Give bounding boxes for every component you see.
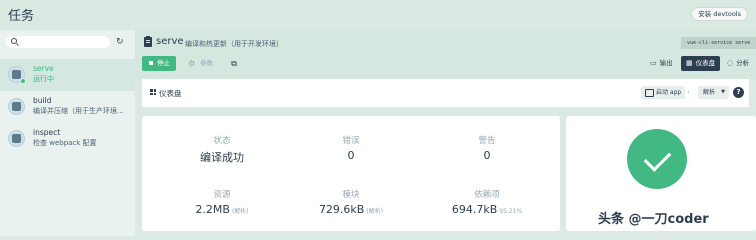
dashboard-toolbar: 仪表盘 启动 app ‹ 解析 ▼ ? [142, 79, 749, 107]
stat-value: 0 [347, 149, 355, 162]
open-external-icon: ⧉ [231, 59, 237, 68]
analyze-icon: ◌ [727, 59, 734, 67]
install-devtools-button[interactable]: 安装 devtools [691, 7, 748, 21]
tab-analyze-label: 分析 [736, 59, 750, 67]
start-app-button[interactable]: 启动 app [641, 86, 686, 99]
params-button[interactable]: ⚙ 参数 [181, 56, 219, 71]
task-title: serve [156, 36, 184, 47]
task-status: 运行中 [33, 75, 54, 83]
assets-size: 2.2MB [195, 203, 230, 216]
params-label: 参数 [200, 59, 213, 67]
help-icon[interactable]: ? [733, 87, 744, 98]
tab-dashboard[interactable]: ▦ 仪表盘 [681, 56, 721, 71]
page-title: 任务 [8, 9, 35, 24]
chevron-down-icon: ▼ [721, 89, 726, 95]
task-sidebar: ↻ serve 运行中 build 编译并压缩（用于生产环境... inspec… [0, 30, 135, 236]
stat-value: 2.2MB (解析) [162, 203, 282, 216]
search-input[interactable] [6, 36, 110, 48]
running-indicator-icon [20, 78, 26, 84]
deps-size: 694.7kB [451, 203, 498, 216]
stat-value: 0 [483, 149, 491, 162]
stat-modules: 模块 729.6kB (解析) [291, 188, 411, 216]
task-description: 编译和热更新（用于开发环境） [185, 40, 283, 48]
task-header: serve 编译和热更新（用于开发环境） vue-cli-service ser… [135, 30, 756, 80]
deps-percent: 95.21% [499, 208, 523, 215]
top-bar: 任务 安装 devtools [0, 0, 756, 30]
watermark: 头条 @一刀coder [598, 212, 709, 227]
stop-label: 停止 [157, 59, 170, 67]
task-item-inspect[interactable]: inspect 检查 webpack 配置 [0, 123, 135, 155]
clipboard-icon [144, 36, 152, 47]
chevron-left-icon: ‹ [687, 88, 690, 96]
task-icon [8, 98, 25, 115]
task-name: serve [33, 64, 54, 73]
modules-size: 729.6kB [318, 203, 365, 216]
refresh-icon[interactable]: ↻ [116, 37, 124, 47]
stat-label: 依赖项 [474, 190, 500, 200]
tab-analyze[interactable]: ◌ 分析 [722, 56, 754, 71]
analyze-mode-select[interactable]: 解析 ▼ [698, 86, 730, 99]
task-name: build [33, 96, 52, 105]
task-item-build[interactable]: build 编译并压缩（用于生产环境... [0, 91, 135, 123]
task-icon [8, 66, 26, 84]
task-item-serve[interactable]: serve 运行中 [0, 59, 135, 91]
stat-label: 模块 [342, 190, 360, 200]
stat-warnings: 警告 0 [427, 134, 547, 162]
task-name: inspect [33, 128, 61, 137]
stop-icon [149, 61, 153, 65]
tab-output-label: 输出 [659, 59, 673, 67]
stat-value: 729.6kB (解析) [291, 203, 411, 216]
dashboard-icon [150, 89, 156, 95]
task-icon [8, 130, 25, 147]
stat-label: 警告 [478, 136, 496, 146]
task-command: vue-cli-service serve [681, 37, 756, 49]
gear-icon: ⚙ [188, 59, 196, 68]
tab-output[interactable]: ▭ 输出 [645, 56, 678, 71]
stat-label: 资源 [213, 190, 231, 200]
tab-dashboard-label: 仪表盘 [695, 59, 716, 67]
success-check-icon [627, 129, 687, 189]
analyze-mode-value: 解析 [703, 89, 716, 96]
build-stats-card: 状态 编译成功 错误 0 警告 0 资源 2.2MB (解析) 模块 729.6k… [142, 116, 560, 231]
stat-status: 状态 编译成功 [162, 134, 282, 165]
open-external-button[interactable]: ⧉ [227, 56, 241, 71]
modules-note: (解析) [366, 208, 384, 215]
stat-assets: 资源 2.2MB (解析) [162, 188, 282, 216]
dashboard-icon: ▦ [686, 59, 693, 67]
stat-dependencies: 依赖项 694.7kB 95.21% [427, 188, 547, 216]
search-icon [11, 38, 17, 44]
dashboard-title: 仪表盘 [159, 89, 182, 98]
stat-value: 编译成功 [200, 151, 244, 164]
stat-errors: 错误 0 [291, 134, 411, 162]
task-detail: serve 编译和热更新（用于开发环境） vue-cli-service ser… [135, 30, 756, 236]
monitor-icon: ▭ [650, 59, 657, 67]
stop-button[interactable]: 停止 [142, 56, 176, 71]
stat-label: 错误 [342, 136, 360, 146]
assets-note: (解析) [231, 208, 249, 215]
stat-label: 状态 [213, 136, 231, 146]
stat-value: 694.7kB 95.21% [427, 203, 547, 216]
task-desc: 编译并压缩（用于生产环境... [33, 107, 124, 115]
task-desc: 检查 webpack 配置 [33, 139, 97, 147]
